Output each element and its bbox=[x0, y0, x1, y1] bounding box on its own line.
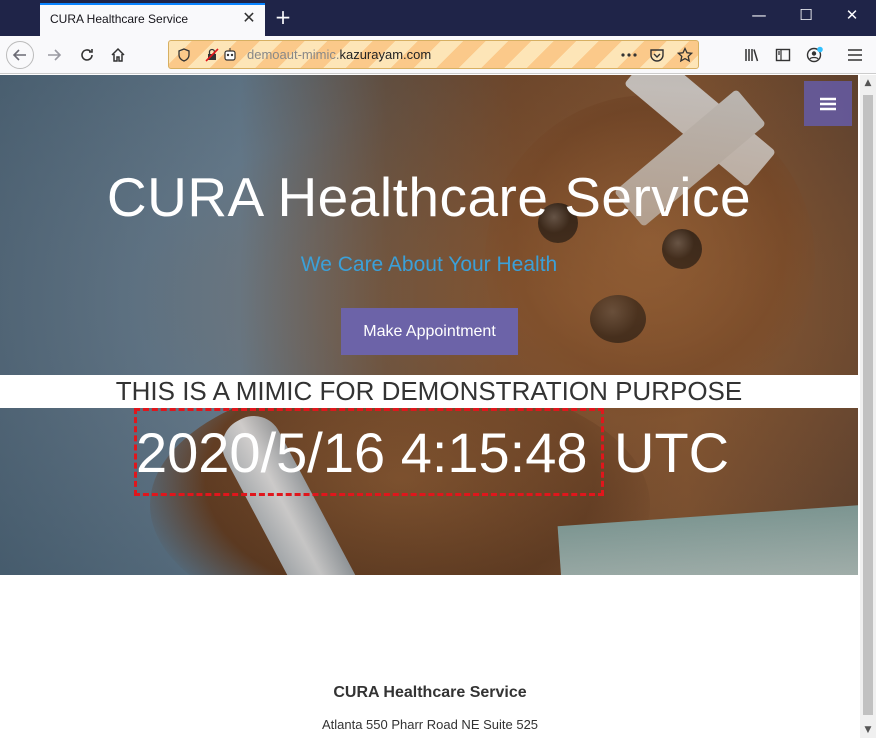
url-text[interactable]: demoaut-mimic.kazurayam.com bbox=[247, 47, 431, 62]
menu-icon bbox=[820, 97, 836, 110]
bookmark-star-icon[interactable] bbox=[676, 46, 694, 64]
maximize-button[interactable]: ☐ bbox=[793, 6, 819, 28]
home-button[interactable] bbox=[104, 41, 132, 69]
home-icon bbox=[111, 47, 125, 62]
new-tab-button[interactable]: + bbox=[272, 6, 294, 28]
scroll-down-icon[interactable]: ▼ bbox=[860, 722, 876, 738]
hero-subtitle: We Care About Your Health bbox=[300, 253, 558, 276]
back-button[interactable] bbox=[6, 41, 34, 69]
account-icon bbox=[806, 46, 823, 63]
pocket-icon[interactable] bbox=[648, 46, 666, 64]
clock-timezone: UTC bbox=[614, 421, 730, 484]
reload-button[interactable] bbox=[73, 41, 101, 69]
page-scrollbar[interactable]: ▲ ▼ bbox=[860, 75, 876, 738]
footer-address: Atlanta 550 Pharr Road NE Suite 525 bbox=[321, 717, 539, 732]
minimize-button[interactable]: — bbox=[746, 6, 772, 28]
hero-title: CURA Healthcare Service bbox=[106, 166, 752, 228]
library-button[interactable] bbox=[738, 41, 766, 69]
back-arrow-icon bbox=[12, 49, 26, 61]
library-icon bbox=[745, 49, 759, 62]
site-menu-toggle[interactable] bbox=[804, 81, 852, 126]
footer-title: CURA Healthcare Service bbox=[333, 684, 527, 701]
address-bar[interactable]: demoaut-mimic.kazurayam.com bbox=[168, 40, 699, 69]
scroll-up-icon[interactable]: ▲ bbox=[860, 75, 876, 91]
insecure-lock-icon[interactable] bbox=[203, 46, 221, 64]
sidebar-button[interactable] bbox=[769, 41, 797, 69]
tab-title: CURA Healthcare Service bbox=[50, 12, 189, 26]
mimic-notice: THIS IS A MIMIC FOR DEMONSTRATION PURPOS… bbox=[115, 376, 743, 406]
shield-icon[interactable] bbox=[175, 46, 193, 64]
scroll-thumb[interactable] bbox=[863, 95, 873, 715]
sidebar-icon bbox=[775, 48, 791, 62]
browser-navbar: demoaut-mimic.kazurayam.com bbox=[0, 36, 876, 74]
app-menu-button[interactable] bbox=[841, 41, 869, 69]
account-button[interactable] bbox=[801, 41, 829, 69]
page-actions-icon[interactable] bbox=[620, 46, 638, 64]
reload-icon bbox=[81, 49, 93, 61]
page-viewport: CURA Healthcare Service We Care About Yo… bbox=[0, 75, 860, 738]
hamburger-icon bbox=[848, 49, 862, 61]
browser-tab[interactable]: CURA Healthcare Service ✕ bbox=[40, 3, 265, 36]
robot-icon[interactable] bbox=[221, 46, 239, 64]
browser-titlebar: CURA Healthcare Service ✕ + — ☐ ✕ bbox=[0, 0, 876, 36]
forward-arrow-icon bbox=[48, 49, 62, 61]
tab-close-icon[interactable]: ✕ bbox=[241, 10, 257, 26]
make-appointment-button[interactable]: Make Appointment bbox=[341, 308, 518, 355]
forward-button[interactable] bbox=[40, 41, 68, 69]
hero-section: CURA Healthcare Service We Care About Yo… bbox=[0, 75, 858, 575]
clock-datetime: 2020/5/16 4:15:48 bbox=[136, 421, 588, 484]
close-window-button[interactable]: ✕ bbox=[839, 6, 865, 28]
